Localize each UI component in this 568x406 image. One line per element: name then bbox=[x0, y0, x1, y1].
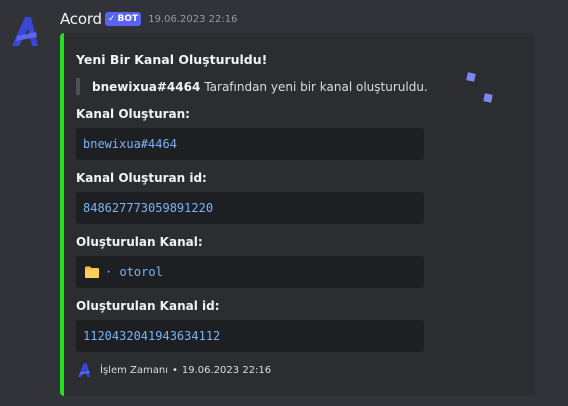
field-value-channel[interactable]: · otorol bbox=[76, 256, 424, 288]
field-value-text: bnewixua#4464 bbox=[83, 137, 177, 151]
field-value-creator[interactable]: bnewixua#4464 bbox=[76, 128, 424, 160]
bot-tag: ✓ BOT bbox=[105, 12, 142, 26]
embed-footer: İşlem Zamanı • 19.06.2023 22:16 bbox=[76, 361, 271, 379]
field-name-channel-id: Oluşturulan Kanal id: bbox=[76, 299, 220, 313]
username[interactable]: Acord bbox=[60, 10, 102, 28]
thumbnail-square-icon bbox=[483, 93, 493, 103]
embed-description: bnewixua#4464 Tarafından yeni bir kanal … bbox=[76, 78, 428, 95]
footer-time: 19.06.2023 22:16 bbox=[181, 364, 272, 376]
footer-separator: • bbox=[171, 364, 178, 376]
description-text: Tarafından yeni bir kanal oluşturuldu. bbox=[204, 79, 428, 94]
field-value-creator-id[interactable]: 848627773059891220 bbox=[76, 192, 424, 224]
thumbnail-square-icon bbox=[466, 72, 476, 82]
bot-avatar-icon[interactable] bbox=[8, 14, 42, 48]
folder-icon bbox=[85, 266, 99, 278]
bot-tag-label: BOT bbox=[117, 14, 139, 24]
message-header: Acord ✓ BOT 19.06.2023 22:16 bbox=[60, 10, 237, 28]
field-value-text: 848627773059891220 bbox=[83, 201, 214, 215]
field-value-text: 1120432041943634112 bbox=[83, 329, 221, 343]
embed-thumbnail[interactable] bbox=[440, 40, 520, 120]
embed-title: Yeni Bir Kanal Oluşturuldu! bbox=[76, 52, 268, 67]
field-value-text: · otorol bbox=[105, 265, 163, 279]
footer-bot-icon bbox=[77, 363, 91, 378]
description-mention: bnewixua#4464 bbox=[92, 79, 201, 94]
field-value-channel-id[interactable]: 1120432041943634112 bbox=[76, 320, 424, 352]
message-timestamp[interactable]: 19.06.2023 22:16 bbox=[148, 14, 237, 25]
embed: Yeni Bir Kanal Oluşturuldu! bnewixua#446… bbox=[60, 33, 535, 396]
field-name-channel: Oluşturulan Kanal: bbox=[76, 235, 203, 249]
field-name-creator: Kanal Oluşturan: bbox=[76, 107, 190, 121]
footer-text: İşlem Zamanı bbox=[100, 364, 168, 376]
field-name-creator-id: Kanal Oluşturan id: bbox=[76, 171, 207, 185]
embed-accent-bar bbox=[60, 33, 64, 396]
check-icon: ✓ bbox=[108, 14, 116, 24]
